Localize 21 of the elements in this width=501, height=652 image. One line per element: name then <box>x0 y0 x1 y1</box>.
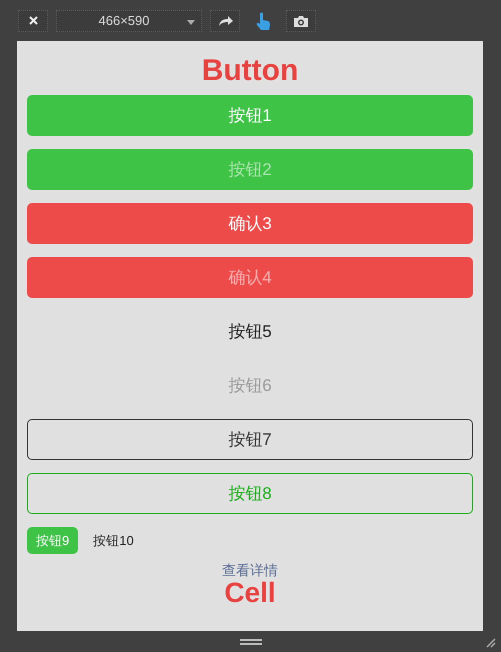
action-button[interactable]: 按钮5 <box>27 311 473 352</box>
resize-handle-icon[interactable] <box>240 638 262 644</box>
resize-grip-icon[interactable] <box>486 638 496 648</box>
action-button[interactable]: 按钮8 <box>27 473 473 514</box>
section-title: Cell <box>224 578 276 608</box>
action-button[interactable]: 按钮7 <box>27 419 473 460</box>
screenshot-button[interactable] <box>286 10 316 32</box>
device-size-select[interactable]: 466×590 <box>56 10 202 32</box>
details-link[interactable]: 查看详情 <box>222 562 278 578</box>
page-title: Button <box>200 53 300 89</box>
action-button[interactable]: 确认3 <box>27 203 473 244</box>
close-button[interactable] <box>18 10 48 32</box>
action-button[interactable]: 按钮10 <box>84 527 143 554</box>
close-icon[interactable] <box>28 16 38 25</box>
camera-icon[interactable] <box>293 14 309 28</box>
caret-icon <box>187 20 195 24</box>
rotate-button[interactable] <box>210 10 240 32</box>
action-button[interactable]: 按钮1 <box>27 95 473 136</box>
action-button[interactable]: 按钮9 <box>27 527 78 554</box>
rotate-arrow-icon[interactable] <box>218 14 232 26</box>
hand-icon[interactable] <box>255 12 271 30</box>
